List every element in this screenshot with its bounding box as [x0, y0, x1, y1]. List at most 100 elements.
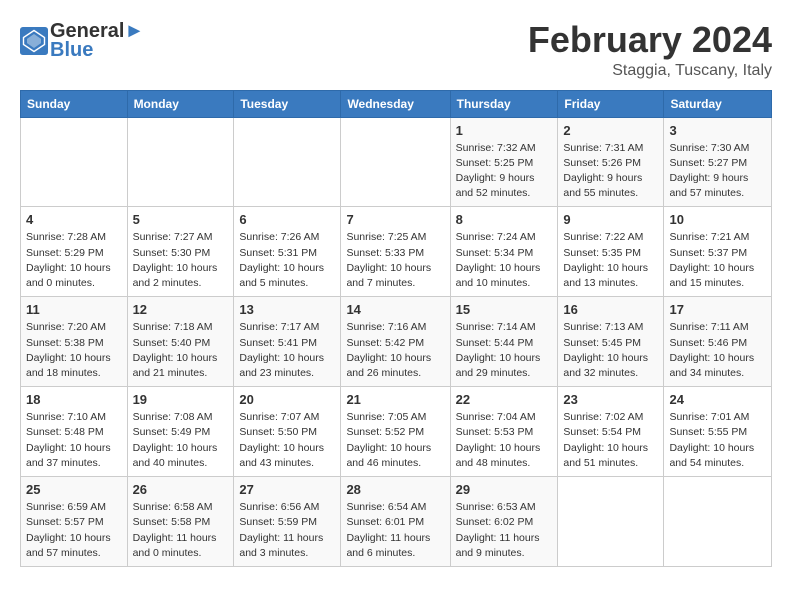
- day-number: 22: [456, 392, 553, 407]
- week-row-2: 4 Sunrise: 7:28 AMSunset: 5:29 PMDaylight…: [21, 207, 772, 297]
- day-info: Sunrise: 7:11 AMSunset: 5:46 PMDaylight:…: [669, 320, 766, 381]
- calendar-table: SundayMondayTuesdayWednesdayThursdayFrid…: [20, 90, 772, 567]
- day-info: Sunrise: 7:16 AMSunset: 5:42 PMDaylight:…: [346, 320, 444, 381]
- calendar-cell: 7 Sunrise: 7:25 AMSunset: 5:33 PMDaylight…: [341, 207, 450, 297]
- day-number: 4: [26, 212, 122, 227]
- day-number: 15: [456, 302, 553, 317]
- calendar-cell: 29 Sunrise: 6:53 AMSunset: 6:02 PMDayligh…: [450, 477, 558, 567]
- day-number: 7: [346, 212, 444, 227]
- day-info: Sunrise: 6:58 AMSunset: 5:58 PMDaylight:…: [133, 500, 229, 561]
- day-number: 2: [563, 123, 658, 138]
- calendar-cell: 17 Sunrise: 7:11 AMSunset: 5:46 PMDayligh…: [664, 297, 772, 387]
- day-info: Sunrise: 6:54 AMSunset: 6:01 PMDaylight:…: [346, 500, 444, 561]
- day-info: Sunrise: 7:10 AMSunset: 5:48 PMDaylight:…: [26, 410, 122, 471]
- day-info: Sunrise: 7:17 AMSunset: 5:41 PMDaylight:…: [239, 320, 335, 381]
- day-info: Sunrise: 6:56 AMSunset: 5:59 PMDaylight:…: [239, 500, 335, 561]
- day-number: 8: [456, 212, 553, 227]
- day-info: Sunrise: 7:20 AMSunset: 5:38 PMDaylight:…: [26, 320, 122, 381]
- calendar-cell: 28Sunrise: 6:54 AMSunset: 6:01 PMDayligh…: [341, 477, 450, 567]
- day-info: Sunrise: 7:32 AMSunset: 5:25 PMDaylight:…: [456, 141, 553, 202]
- day-number: 14: [346, 302, 444, 317]
- title-area: February 2024 Staggia, Tuscany, Italy: [528, 20, 772, 80]
- calendar-cell: [341, 117, 450, 207]
- calendar-cell: [21, 117, 128, 207]
- day-number: 19: [133, 392, 229, 407]
- calendar-cell: [234, 117, 341, 207]
- calendar-cell: 27 Sunrise: 6:56 AMSunset: 5:59 PMDayligh…: [234, 477, 341, 567]
- day-number: 13: [239, 302, 335, 317]
- day-number: 20: [239, 392, 335, 407]
- day-info: Sunrise: 7:25 AMSunset: 5:33 PMDaylight:…: [346, 230, 444, 291]
- day-info: Sunrise: 7:08 AMSunset: 5:49 PMDaylight:…: [133, 410, 229, 471]
- day-info: Sunrise: 7:04 AMSunset: 5:53 PMDaylight:…: [456, 410, 553, 471]
- calendar-cell: 5 Sunrise: 7:27 AMSunset: 5:30 PMDaylight…: [127, 207, 234, 297]
- calendar-cell: 15 Sunrise: 7:14 AMSunset: 5:44 PMDayligh…: [450, 297, 558, 387]
- logo: General► Blue: [20, 20, 144, 62]
- day-number: 3: [669, 123, 766, 138]
- logo-icon: [20, 27, 48, 55]
- calendar-cell: [127, 117, 234, 207]
- calendar-cell: 18 Sunrise: 7:10 AMSunset: 5:48 PMDayligh…: [21, 387, 128, 477]
- day-info: Sunrise: 7:27 AMSunset: 5:30 PMDaylight:…: [133, 230, 229, 291]
- day-number: 1: [456, 123, 553, 138]
- day-number: 11: [26, 302, 122, 317]
- day-number: 26: [133, 482, 229, 497]
- day-number: 10: [669, 212, 766, 227]
- month-year-title: February 2024: [528, 20, 772, 60]
- day-number: 9: [563, 212, 658, 227]
- day-number: 16: [563, 302, 658, 317]
- week-row-3: 11 Sunrise: 7:20 AMSunset: 5:38 PMDayligh…: [21, 297, 772, 387]
- calendar-cell: 16 Sunrise: 7:13 AMSunset: 5:45 PMDayligh…: [558, 297, 664, 387]
- weekday-header-tuesday: Tuesday: [234, 90, 341, 117]
- day-number: 25: [26, 482, 122, 497]
- calendar-cell: 1 Sunrise: 7:32 AMSunset: 5:25 PMDaylight…: [450, 117, 558, 207]
- day-info: Sunrise: 7:30 AMSunset: 5:27 PMDaylight:…: [669, 141, 766, 202]
- day-info: Sunrise: 7:13 AMSunset: 5:45 PMDaylight:…: [563, 320, 658, 381]
- location-subtitle: Staggia, Tuscany, Italy: [528, 62, 772, 80]
- calendar-cell: 26 Sunrise: 6:58 AMSunset: 5:58 PMDayligh…: [127, 477, 234, 567]
- day-info: Sunrise: 7:28 AMSunset: 5:29 PMDaylight:…: [26, 230, 122, 291]
- day-number: 6: [239, 212, 335, 227]
- weekday-header-row: SundayMondayTuesdayWednesdayThursdayFrid…: [21, 90, 772, 117]
- week-row-4: 18 Sunrise: 7:10 AMSunset: 5:48 PMDayligh…: [21, 387, 772, 477]
- day-number: 12: [133, 302, 229, 317]
- logo-text: General► Blue: [50, 20, 144, 62]
- day-info: Sunrise: 7:18 AMSunset: 5:40 PMDaylight:…: [133, 320, 229, 381]
- day-info: Sunrise: 7:22 AMSunset: 5:35 PMDaylight:…: [563, 230, 658, 291]
- day-number: 24: [669, 392, 766, 407]
- calendar-cell: 22 Sunrise: 7:04 AMSunset: 5:53 PMDayligh…: [450, 387, 558, 477]
- day-number: 29: [456, 482, 553, 497]
- calendar-cell: [664, 477, 772, 567]
- calendar-cell: [558, 477, 664, 567]
- calendar-cell: 21Sunrise: 7:05 AMSunset: 5:52 PMDayligh…: [341, 387, 450, 477]
- calendar-cell: 23 Sunrise: 7:02 AMSunset: 5:54 PMDayligh…: [558, 387, 664, 477]
- day-info: Sunrise: 6:53 AMSunset: 6:02 PMDaylight:…: [456, 500, 553, 561]
- day-number: 18: [26, 392, 122, 407]
- day-info: Sunrise: 7:07 AMSunset: 5:50 PMDaylight:…: [239, 410, 335, 471]
- day-info: Sunrise: 7:31 AMSunset: 5:26 PMDaylight:…: [563, 141, 658, 202]
- weekday-header-wednesday: Wednesday: [341, 90, 450, 117]
- calendar-cell: 10Sunrise: 7:21 AMSunset: 5:37 PMDayligh…: [664, 207, 772, 297]
- day-info: Sunrise: 7:05 AMSunset: 5:52 PMDaylight:…: [346, 410, 444, 471]
- day-info: Sunrise: 7:02 AMSunset: 5:54 PMDaylight:…: [563, 410, 658, 471]
- weekday-header-saturday: Saturday: [664, 90, 772, 117]
- day-number: 23: [563, 392, 658, 407]
- day-info: Sunrise: 7:14 AMSunset: 5:44 PMDaylight:…: [456, 320, 553, 381]
- calendar-cell: 12 Sunrise: 7:18 AMSunset: 5:40 PMDayligh…: [127, 297, 234, 387]
- day-info: Sunrise: 6:59 AMSunset: 5:57 PMDaylight:…: [26, 500, 122, 561]
- day-number: 5: [133, 212, 229, 227]
- calendar-cell: 25 Sunrise: 6:59 AMSunset: 5:57 PMDayligh…: [21, 477, 128, 567]
- weekday-header-thursday: Thursday: [450, 90, 558, 117]
- week-row-1: 1 Sunrise: 7:32 AMSunset: 5:25 PMDaylight…: [21, 117, 772, 207]
- day-info: Sunrise: 7:26 AMSunset: 5:31 PMDaylight:…: [239, 230, 335, 291]
- day-number: 17: [669, 302, 766, 317]
- calendar-cell: 4 Sunrise: 7:28 AMSunset: 5:29 PMDaylight…: [21, 207, 128, 297]
- calendar-cell: 6 Sunrise: 7:26 AMSunset: 5:31 PMDaylight…: [234, 207, 341, 297]
- calendar-cell: 14 Sunrise: 7:16 AMSunset: 5:42 PMDayligh…: [341, 297, 450, 387]
- weekday-header-sunday: Sunday: [21, 90, 128, 117]
- day-info: Sunrise: 7:01 AMSunset: 5:55 PMDaylight:…: [669, 410, 766, 471]
- calendar-cell: 13 Sunrise: 7:17 AMSunset: 5:41 PMDayligh…: [234, 297, 341, 387]
- weekday-header-friday: Friday: [558, 90, 664, 117]
- day-number: 27: [239, 482, 335, 497]
- calendar-cell: 2 Sunrise: 7:31 AMSunset: 5:26 PMDaylight…: [558, 117, 664, 207]
